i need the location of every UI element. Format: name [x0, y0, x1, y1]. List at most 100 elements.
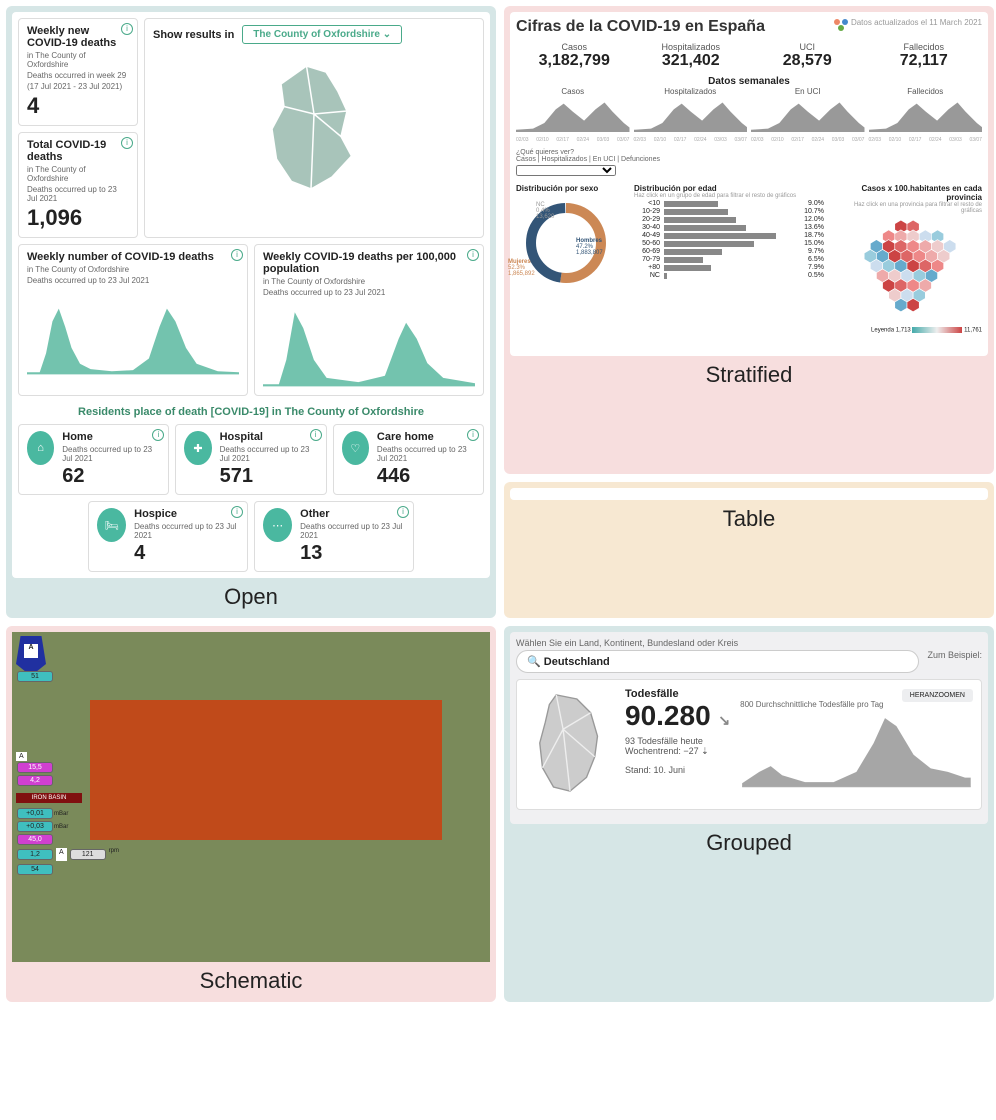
caption-grouped: Grouped	[510, 824, 988, 858]
stat-label: Hospitalizados	[633, 42, 750, 52]
region-search-input[interactable]: 🔍 Deutschland	[516, 650, 919, 673]
info-icon[interactable]: i	[121, 137, 133, 149]
place-sub: Deaths occurred up to 23 Jul 2021	[300, 522, 405, 540]
panel-stratified: Datos actualizados el 11 March 2021 Cifr…	[504, 6, 994, 474]
meter: 15,5	[17, 762, 53, 773]
temp: 45,0	[17, 834, 53, 845]
care-icon: ♡	[342, 431, 369, 465]
mini-chart-label: En UCI	[751, 87, 865, 96]
place-hospital: i ✚ Hospital Deaths occurred up to 23 Ju…	[175, 424, 326, 495]
show-results-label: Show results in	[153, 29, 234, 41]
age-bar	[664, 217, 736, 223]
region-value: The County of Oxfordshire	[253, 29, 380, 40]
germany-map[interactable]	[525, 688, 615, 798]
place-other: i ⋯ Other Deaths occurred up to 23 Jul 2…	[254, 501, 414, 572]
place-sub: Deaths occurred up to 23 Jul 2021	[62, 445, 160, 463]
deaths-value: 90.280	[625, 700, 711, 731]
stat-value: 321,402	[633, 52, 750, 70]
place-value: 13	[300, 542, 405, 565]
age-bar-row[interactable]: NC0.5%	[634, 272, 824, 279]
mini-chart-label: Hospitalizados	[634, 87, 748, 96]
age-bar-row[interactable]: 10-2910.7%	[634, 208, 824, 215]
search-label: Wählen Sie ein Land, Kontinent, Bundesla…	[516, 638, 919, 648]
panel-grouped: Wählen Sie ein Land, Kontinent, Bundesla…	[504, 626, 994, 1002]
age-bar-row[interactable]: +807.9%	[634, 264, 824, 271]
headline-stat: Hospitalizados321,402	[633, 42, 750, 70]
chart-sub2: Deaths occurred up to 23 Jul 2021	[263, 288, 475, 297]
spain-hex-map[interactable]	[832, 214, 982, 324]
filter-options[interactable]: Casos | Hospitalizados | En UCI | Defunc…	[516, 156, 982, 163]
chevron-down-icon: ⌄	[383, 29, 391, 40]
info-icon[interactable]: i	[152, 429, 164, 441]
place-value: 571	[220, 465, 318, 488]
age-pct: 12.0%	[804, 216, 824, 223]
age-pct: 6.5%	[808, 256, 824, 263]
age-pct: 15.0%	[804, 240, 824, 247]
card-title: Total COVID-19 deaths	[27, 139, 129, 163]
age-bar-row[interactable]: 30-40 13.6%	[634, 224, 824, 231]
place-value: 446	[377, 465, 475, 488]
meter: 121	[70, 849, 106, 860]
place-value: 62	[62, 465, 160, 488]
age-pct: 13.6%	[804, 224, 824, 231]
place-label: Hospice	[134, 508, 239, 520]
age-title: Distribución por edad	[634, 184, 824, 193]
age-bar	[664, 265, 711, 271]
card-sub: in The County of Oxfordshire	[27, 51, 129, 69]
info-icon[interactable]: i	[121, 23, 133, 35]
meter: 4,2	[17, 775, 53, 786]
meter: 1,2	[17, 849, 53, 860]
stat-label: UCI	[749, 42, 866, 52]
weekly-title: Datos semanales	[516, 76, 982, 87]
deaths-today: 93 Todesfälle heute	[625, 736, 730, 746]
chart-sub: in The County of Oxfordshire	[27, 265, 239, 274]
info-icon[interactable]: i	[467, 429, 479, 441]
caption-table: Table	[510, 500, 988, 534]
stat-value: 28,579	[749, 52, 866, 70]
sex-title: Distribución por sexo	[516, 184, 626, 193]
age-pct: 0.5%	[808, 272, 824, 279]
filter-select[interactable]	[516, 165, 616, 176]
info-icon[interactable]: i	[310, 429, 322, 441]
info-icon[interactable]: i	[231, 249, 243, 261]
card-sub2: Deaths occurred up to 23 Jul 2021	[27, 185, 129, 203]
zoom-button[interactable]: HERANZOOMEN	[902, 689, 973, 702]
weekly-mini-chart[interactable]: Hospitalizados 02/0302/1002/1702/2403/03…	[634, 87, 748, 143]
age-bar-row[interactable]: 20-2912.0%	[634, 216, 824, 223]
age-bar-row[interactable]: 70-79 6.5%	[634, 256, 824, 263]
weekly-mini-chart[interactable]: Fallecidos 02/0302/1002/1702/2403/0303/0…	[869, 87, 983, 143]
card-sub2: Deaths occurred in week 29	[27, 71, 129, 80]
chart-area[interactable]	[27, 287, 239, 377]
age-pct: 9.0%	[808, 200, 824, 207]
chart-sub: in The County of Oxfordshire	[263, 277, 475, 286]
place-label: Hospital	[220, 431, 318, 443]
places-title: Residents place of death [COVID-19] in T…	[18, 406, 484, 418]
region-dropdown[interactable]: The County of Oxfordshire ⌄	[242, 25, 402, 44]
legend-gradient	[912, 327, 962, 333]
age-group: 30-40	[634, 224, 660, 231]
info-icon[interactable]: i	[231, 506, 243, 518]
search-value: Deutschland	[544, 656, 610, 668]
headline-stat: UCI28,579	[749, 42, 866, 70]
card-value: 1,096	[27, 205, 129, 231]
search-icon: 🔍	[527, 656, 541, 668]
logo-dots-icon	[831, 18, 851, 35]
headline-stat: Fallecidos72,117	[866, 42, 983, 70]
chart-area[interactable]	[263, 299, 475, 389]
place-care: i ♡ Care home Deaths occurred up to 23 J…	[333, 424, 484, 495]
oxfordshire-map[interactable]	[224, 54, 404, 204]
weekly-mini-chart[interactable]: En UCI 02/0302/1002/1702/2403/0303/07	[751, 87, 865, 143]
weekly-mini-chart[interactable]: Casos 02/0302/1002/1702/2403/0303/07	[516, 87, 630, 143]
age-group: 70-79	[634, 256, 660, 263]
card-value: 4	[27, 93, 129, 119]
home-icon: ⌂	[27, 431, 54, 465]
age-bar-row[interactable]: <109.0%	[634, 200, 824, 207]
age-pct: 10.7%	[804, 208, 824, 215]
open-dashboard: i Weekly new COVID-19 deaths in The Coun…	[12, 12, 490, 578]
info-icon[interactable]: i	[397, 506, 409, 518]
place-label: Other	[300, 508, 405, 520]
info-icon[interactable]: i	[467, 249, 479, 261]
place-label: Home	[62, 431, 160, 443]
deaths-chart[interactable]	[740, 709, 973, 789]
age-bar	[664, 257, 703, 263]
